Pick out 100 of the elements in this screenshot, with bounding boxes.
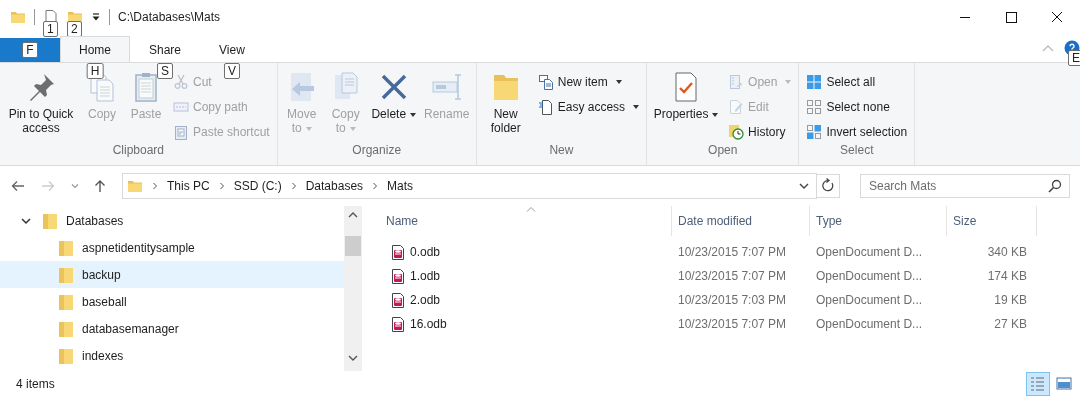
- folder-icon: [42, 211, 58, 230]
- ribbon-button[interactable]: Delete: [369, 71, 418, 143]
- keytip: S: [157, 63, 174, 79]
- keytip: H: [86, 63, 104, 79]
- dropdown-icon[interactable]: [91, 12, 101, 22]
- table-cell-text: OpenDocument D...: [815, 293, 924, 307]
- tree-item[interactable]: backup: [0, 261, 344, 288]
- back-icon[interactable]: [10, 178, 26, 194]
- table-cell-text: OpenDocument D...: [815, 245, 924, 259]
- chevron-icon: [371, 182, 380, 190]
- table-cell-text: 27 KB: [993, 317, 1028, 331]
- mixed-grid-icon: [806, 124, 823, 140]
- table-cell-text: 10/23/2015 7:07 PM: [677, 317, 788, 331]
- database-file-icon: [390, 268, 406, 284]
- ribbon-tab[interactable]: Home: [60, 36, 130, 62]
- ribbon-button[interactable]: Pin to Quick access: [4, 71, 78, 143]
- tree-item[interactable]: indexes: [0, 342, 344, 369]
- tree-item[interactable]: databasemanager: [0, 315, 344, 342]
- folder-icon: [58, 346, 74, 365]
- keytip: F: [22, 42, 38, 58]
- path-icon: [173, 99, 189, 115]
- caret-icon: [785, 80, 792, 84]
- table-cell-text: OpenDocument D...: [815, 269, 924, 283]
- breadcrumb[interactable]: SSD (C:): [233, 179, 282, 193]
- caret-icon: [712, 112, 719, 117]
- breadcrumb[interactable]: Databases: [305, 179, 364, 193]
- empty-grid-icon: [806, 99, 823, 115]
- keytip: 2: [67, 21, 82, 37]
- clock-icon: [728, 124, 745, 140]
- window-title: C:\Databases\Mats: [118, 10, 221, 24]
- chevron-icon: [217, 182, 226, 190]
- column-header[interactable]: Size: [947, 206, 1037, 236]
- caret-icon: [305, 126, 312, 131]
- group-label: Open: [707, 143, 739, 159]
- table-cell-text: 10/23/2015 7:03 PM: [677, 293, 788, 307]
- ribbon-button[interactable]: Select none: [806, 96, 908, 118]
- database-file-icon: [390, 244, 406, 260]
- group-label: New: [548, 143, 575, 159]
- column-header[interactable]: Date modified: [672, 206, 810, 236]
- ribbon-tab[interactable]: View: [200, 36, 264, 62]
- breadcrumb[interactable]: This PC: [167, 179, 210, 193]
- column-header[interactable]: Type: [810, 206, 947, 236]
- table-cell-text: 10/23/2015 7:07 PM: [677, 269, 788, 283]
- refresh-icon[interactable]: [816, 174, 840, 198]
- ribbon-button[interactable]: New item: [537, 71, 640, 93]
- folder-icon: [58, 319, 74, 338]
- ribbon-button[interactable]: Select all: [806, 71, 908, 93]
- address-field[interactable]: This PC SSD (C:) Databases Mats: [122, 173, 817, 199]
- caret-icon: [633, 105, 640, 109]
- group-label: Clipboard: [111, 143, 166, 159]
- open-icon: [728, 74, 745, 90]
- rename-icon: [430, 71, 463, 103]
- ribbon-tab[interactable]: Share: [130, 36, 201, 62]
- tree-item[interactable]: Databases: [0, 207, 344, 234]
- caret-icon: [349, 126, 356, 131]
- ribbon-button[interactable]: Invert selection: [806, 121, 908, 143]
- caret-icon: [615, 80, 622, 84]
- table-cell-text: 174 KB: [986, 269, 1028, 283]
- search-icon: [1048, 179, 1062, 193]
- database-file-icon: [390, 316, 406, 332]
- page-icon: [537, 99, 554, 115]
- folder-icon: [58, 238, 74, 257]
- table-cell-text: 340 KB: [986, 245, 1028, 259]
- keytip: E: [1068, 50, 1080, 66]
- caret-icon: [410, 112, 417, 117]
- ribbon-button[interactable]: Easy access: [537, 96, 640, 118]
- file-name[interactable]: 16.odb: [410, 317, 447, 331]
- new-item-icon: [537, 74, 554, 90]
- scrollbar[interactable]: [344, 206, 362, 371]
- ribbon-button[interactable]: New folder: [480, 71, 531, 143]
- chevron-icon: [151, 182, 159, 190]
- edit-icon: [728, 99, 745, 115]
- chevron-icon: [289, 182, 298, 190]
- folder-icon: [58, 292, 74, 311]
- ribbon-button[interactable]: History: [728, 121, 792, 143]
- ribbon-button[interactable]: Properties: [651, 71, 722, 143]
- breadcrumb[interactable]: Mats: [387, 179, 414, 193]
- file-name[interactable]: 1.odb: [410, 269, 441, 283]
- keytip: 1: [43, 21, 58, 37]
- sort-icon: [525, 206, 536, 212]
- table-cell-text: 10/23/2015 7:07 PM: [677, 245, 788, 259]
- grid-icon: [806, 74, 823, 90]
- column-header[interactable]: Name: [380, 206, 672, 236]
- file-name[interactable]: 2.odb: [410, 293, 441, 307]
- database-file-icon: [390, 292, 406, 308]
- table-cell-text: 19 KB: [993, 293, 1028, 307]
- item-count: 4 items: [16, 377, 55, 391]
- file-name[interactable]: 0.odb: [410, 245, 441, 259]
- tree-item[interactable]: aspnetidentitysample: [0, 234, 344, 261]
- group-label: Select: [839, 143, 875, 159]
- scissors-icon: [173, 74, 189, 90]
- table-cell-text: OpenDocument D...: [815, 317, 924, 331]
- folder-icon: [127, 178, 143, 194]
- tree-item[interactable]: baseball: [0, 288, 344, 315]
- folder-icon: [58, 265, 74, 284]
- shortcut-icon: [173, 124, 189, 140]
- file-tab[interactable]: F: [0, 38, 60, 62]
- group-label: Organize: [351, 143, 403, 159]
- folder-icon: [10, 9, 26, 25]
- search-field[interactable]: Search Mats: [860, 174, 1070, 198]
